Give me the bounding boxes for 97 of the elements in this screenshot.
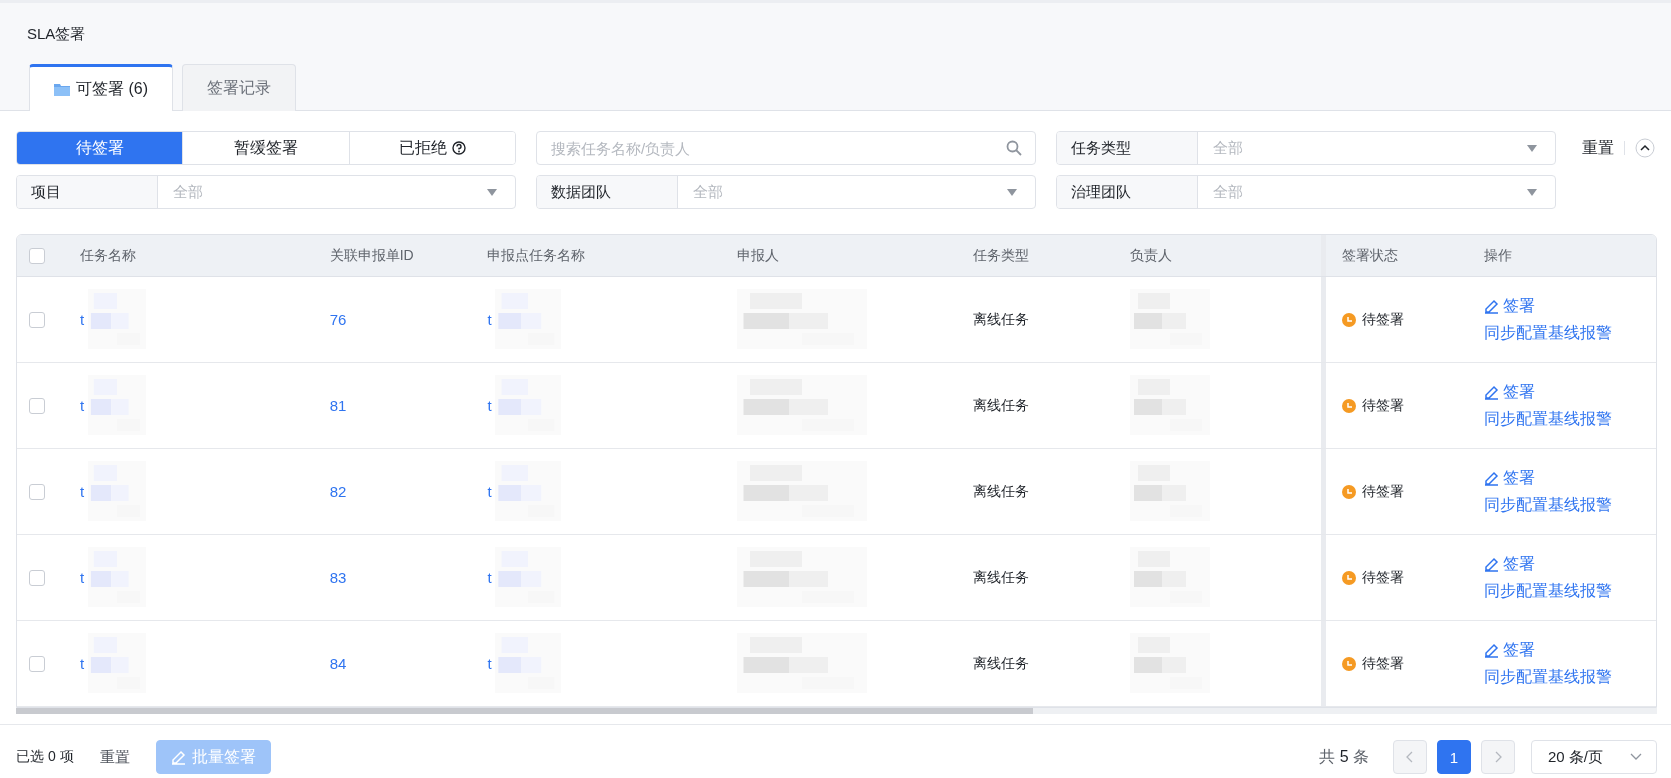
column-header: 申报人 (737, 246, 780, 265)
task-type-text: 离线任务 (972, 310, 1029, 329)
column-header: 任务名称 (79, 246, 136, 265)
select-value: 全部 (693, 182, 723, 202)
task-name-link[interactable]: t (487, 569, 492, 586)
select-value: 全部 (173, 182, 203, 202)
status-text: 待签署 (1362, 568, 1405, 587)
task-type-text: 离线任务 (972, 482, 1029, 501)
status-text: 待签署 (1362, 396, 1405, 415)
scrollbar[interactable] (16, 708, 1657, 714)
task-name-link[interactable]: t (79, 569, 85, 586)
pen-icon (1484, 298, 1500, 314)
column-header: 操作 (1484, 246, 1513, 265)
status-text: 待签署 (1362, 654, 1405, 673)
select-label: 项目 (17, 176, 158, 208)
pen-icon (1484, 384, 1500, 400)
status-segment[interactable]: 待签署 (17, 132, 183, 164)
select-field[interactable]: 任务类型 全部 (1056, 131, 1556, 165)
clock-icon (1342, 570, 1357, 585)
task-type-text: 离线任务 (972, 654, 1029, 673)
caret-icon (1527, 144, 1537, 152)
select-field[interactable]: 治理团队 全部 (1056, 175, 1556, 209)
select-label: 任务类型 (1057, 132, 1198, 164)
clock-icon (1342, 398, 1357, 413)
caret-icon (1527, 188, 1537, 196)
status-text: 待签署 (1362, 310, 1405, 329)
next-page-button[interactable] (1481, 740, 1515, 774)
caret-icon (1007, 188, 1017, 196)
report-id-link[interactable]: 82 (329, 483, 347, 500)
reset-button[interactable]: 重置 (1582, 137, 1614, 159)
sign-link[interactable]: 签署 (1484, 639, 1536, 661)
sign-link[interactable]: 签署 (1484, 381, 1536, 403)
clock-icon (1342, 656, 1357, 671)
pen-icon (1484, 470, 1500, 486)
tab[interactable]: 可签署 (6) (29, 64, 173, 111)
page-size-select[interactable]: 20 条/页 (1531, 740, 1657, 774)
selected-count: 已选 0 项 (16, 748, 74, 766)
sign-link[interactable]: 签署 (1484, 553, 1536, 575)
sync-alert-link[interactable]: 同步配置基线报警 (1484, 666, 1613, 688)
previous-page-button[interactable] (1393, 740, 1427, 774)
status-text: 待签署 (1362, 482, 1405, 501)
folder-icon (54, 82, 70, 96)
column-header: 负责人 (1129, 246, 1172, 265)
sync-alert-link[interactable]: 同步配置基线报警 (1484, 580, 1613, 602)
task-type-text: 离线任务 (972, 396, 1029, 415)
checkbox[interactable] (29, 655, 45, 672)
search-field[interactable]: 搜索任务名称/负责人 (536, 131, 1036, 165)
task-name-link[interactable]: t (79, 311, 85, 328)
checkbox[interactable] (29, 483, 45, 500)
chevron-right-icon (1494, 751, 1502, 763)
task-name-link[interactable]: t (487, 483, 492, 500)
select-value: 全部 (1213, 138, 1243, 158)
column-header: 申报点任务名称 (487, 246, 586, 265)
task-name-link[interactable]: t (79, 655, 85, 672)
select-field[interactable]: 数据团队 全部 (536, 175, 1036, 209)
pen-icon (1484, 556, 1500, 572)
reset-button[interactable]: 重置 (99, 747, 130, 767)
sync-alert-link[interactable]: 同步配置基线报警 (1484, 408, 1613, 430)
sync-alert-link[interactable]: 同步配置基线报警 (1484, 322, 1613, 344)
select-field[interactable]: 项目 全部 (16, 175, 516, 209)
status-segment[interactable]: 已拒绝 (348, 132, 515, 164)
pen-icon (1484, 642, 1500, 658)
task-name-link[interactable]: t (79, 483, 85, 500)
page-button[interactable]: 1 (1437, 740, 1471, 774)
pen-icon (170, 749, 186, 765)
task-type-text: 离线任务 (972, 568, 1029, 587)
select-label: 数据团队 (537, 176, 678, 208)
task-name-link[interactable]: t (79, 397, 85, 414)
select-value: 全部 (1213, 182, 1243, 202)
checkbox[interactable] (29, 397, 45, 414)
task-name-link[interactable]: t (487, 397, 492, 414)
checkbox[interactable] (29, 569, 45, 586)
clock-icon (1342, 484, 1357, 499)
page-title: SLA签署 (26, 24, 87, 44)
sign-link[interactable]: 签署 (1484, 295, 1536, 317)
total-count: 共 5 条 (1319, 746, 1369, 767)
chevron-left-icon (1406, 751, 1414, 763)
report-id-link[interactable]: 81 (329, 397, 347, 414)
select-label: 治理团队 (1057, 176, 1198, 208)
report-id-link[interactable]: 84 (329, 655, 347, 672)
search-icon (1006, 140, 1022, 156)
collapse-icon[interactable] (1635, 138, 1655, 158)
sync-alert-link[interactable]: 同步配置基线报警 (1484, 494, 1613, 516)
column-header: 关联申报单ID (329, 246, 414, 265)
caret-icon (487, 188, 497, 196)
task-name-link[interactable]: t (487, 311, 492, 328)
column-header: 任务类型 (972, 246, 1029, 265)
chevron-down-icon (1630, 753, 1642, 761)
report-id-link[interactable]: 83 (329, 569, 347, 586)
checkbox[interactable] (29, 311, 45, 328)
column-header: 签署状态 (1342, 246, 1399, 265)
tab[interactable]: 签署记录 (182, 64, 296, 111)
clock-icon (1342, 312, 1357, 327)
checkbox[interactable] (29, 247, 45, 264)
report-id-link[interactable]: 76 (329, 311, 347, 328)
sign-link[interactable]: 签署 (1484, 467, 1536, 489)
task-name-link[interactable]: t (487, 655, 492, 672)
